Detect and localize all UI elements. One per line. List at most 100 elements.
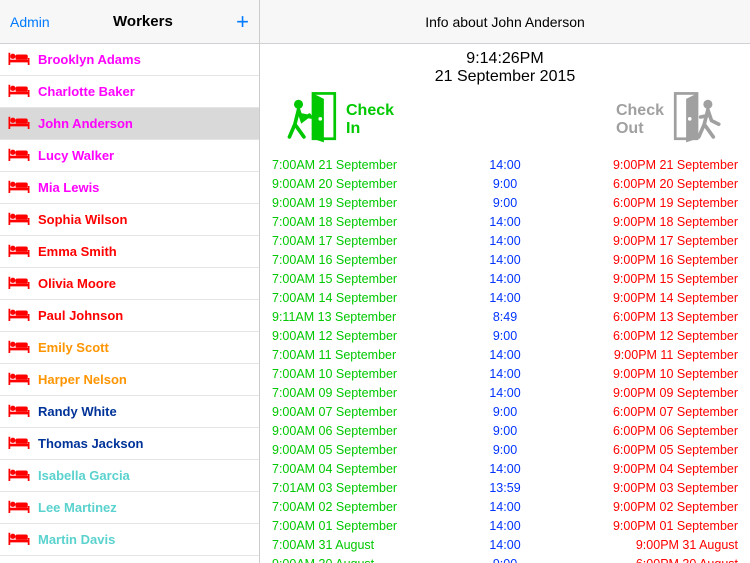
bed-icon <box>8 531 30 548</box>
checkin-time: 7:01AM 03 September <box>266 481 458 495</box>
worker-row[interactable]: Martin Davis <box>0 524 259 556</box>
duration: 9:00 <box>458 405 551 419</box>
bed-icon <box>8 243 30 260</box>
checkin-time: 7:00AM 31 August <box>266 538 458 552</box>
record-row: 7:00AM 21 September14:009:00PM 21 Septem… <box>266 155 744 174</box>
worker-name: Randy White <box>38 404 117 419</box>
check-in-icon <box>284 88 342 151</box>
checkout-time: 9:00PM 21 September <box>552 158 744 172</box>
worker-row[interactable]: Randy White <box>0 396 259 428</box>
duration: 14:00 <box>458 291 551 305</box>
worker-name: Charlotte Baker <box>38 84 135 99</box>
bed-icon <box>8 147 30 164</box>
checkin-time: 7:00AM 16 September <box>266 253 458 267</box>
check-out-button[interactable]: CheckOut <box>616 88 726 151</box>
record-row: 7:00AM 01 September14:009:00PM 01 Septem… <box>266 516 744 535</box>
worker-row[interactable]: Olivia Moore <box>0 268 259 300</box>
sidebar-title: Workers <box>113 13 173 30</box>
checkin-time: 7:00AM 10 September <box>266 367 458 381</box>
checkin-time: 9:00AM 06 September <box>266 424 458 438</box>
worker-row[interactable]: Charlotte Baker <box>0 76 259 108</box>
checkout-time: 9:00PM 09 September <box>552 386 744 400</box>
record-row: 7:00AM 04 September14:009:00PM 04 Septem… <box>266 459 744 478</box>
worker-row[interactable]: Mia Lewis <box>0 172 259 204</box>
checkout-time: 9:00PM 16 September <box>552 253 744 267</box>
duration: 9:00 <box>458 424 551 438</box>
duration: 14:00 <box>458 519 551 533</box>
checkout-time: 9:00PM 10 September <box>552 367 744 381</box>
checkin-time: 7:00AM 02 September <box>266 500 458 514</box>
bed-icon <box>8 467 30 484</box>
worker-row[interactable]: Paul Johnson <box>0 300 259 332</box>
worker-row[interactable]: Brooklyn Adams <box>0 44 259 76</box>
admin-link[interactable]: Admin <box>10 14 50 30</box>
duration: 9:00 <box>458 196 551 210</box>
checkout-time: 6:00PM 20 September <box>552 177 744 191</box>
record-row: 9:00AM 12 September9:006:00PM 12 Septemb… <box>266 326 744 345</box>
duration: 14:00 <box>458 538 551 552</box>
bed-icon <box>8 179 30 196</box>
checkin-time: 7:00AM 15 September <box>266 272 458 286</box>
checkin-time: 7:00AM 21 September <box>266 158 458 172</box>
worker-row[interactable]: Lucy Walker <box>0 140 259 172</box>
record-row: 7:00AM 31 August14:009:00PM 31 August <box>266 535 744 554</box>
checkin-time: 7:00AM 14 September <box>266 291 458 305</box>
worker-row[interactable]: Thomas Jackson <box>0 428 259 460</box>
checkin-time: 9:11AM 13 September <box>266 310 458 324</box>
worker-name: Isabella Garcia <box>38 468 130 483</box>
worker-name: Thomas Jackson <box>38 436 144 451</box>
worker-row[interactable]: Isabella Garcia <box>0 460 259 492</box>
checkout-time: 9:00PM 04 September <box>552 462 744 476</box>
duration: 9:00 <box>458 329 551 343</box>
checkin-time: 9:00AM 12 September <box>266 329 458 343</box>
bed-icon <box>8 275 30 292</box>
record-row: 7:00AM 16 September14:009:00PM 16 Septem… <box>266 250 744 269</box>
check-out-icon <box>668 88 726 151</box>
checkin-time: 9:00AM 05 September <box>266 443 458 457</box>
duration: 13:59 <box>458 481 551 495</box>
sidebar: Admin Workers + Brooklyn Adams Charlotte … <box>0 0 260 563</box>
record-row: 9:00AM 20 September9:006:00PM 20 Septemb… <box>266 174 744 193</box>
worker-row[interactable]: Emma Smith <box>0 236 259 268</box>
duration: 14:00 <box>458 348 551 362</box>
clock-area: 9:14:26PM 21 September 2015 <box>260 44 750 88</box>
check-out-label: CheckOut <box>616 102 664 137</box>
duration: 14:00 <box>458 158 551 172</box>
worker-row[interactable]: Harper Nelson <box>0 364 259 396</box>
record-row: 9:00AM 05 September9:006:00PM 05 Septemb… <box>266 440 744 459</box>
duration: 9:00 <box>458 443 551 457</box>
worker-row[interactable]: Sophia Wilson <box>0 204 259 236</box>
checkout-time: 9:00PM 01 September <box>552 519 744 533</box>
record-row: 9:00AM 30 August9:006:00PM 30 August <box>266 554 744 563</box>
bed-icon <box>8 307 30 324</box>
check-in-button[interactable]: CheckIn <box>284 88 394 151</box>
checkin-time: 7:00AM 18 September <box>266 215 458 229</box>
worker-row[interactable]: Lee Martinez <box>0 492 259 524</box>
duration: 14:00 <box>458 500 551 514</box>
checkin-time: 7:00AM 17 September <box>266 234 458 248</box>
checkout-time: 6:00PM 07 September <box>552 405 744 419</box>
bed-icon <box>8 211 30 228</box>
worker-row[interactable]: Emily Scott <box>0 332 259 364</box>
record-row: 9:00AM 07 September9:006:00PM 07 Septemb… <box>266 402 744 421</box>
check-buttons-row: CheckIn CheckOut <box>260 88 750 155</box>
checkout-time: 6:00PM 06 September <box>552 424 744 438</box>
duration: 8:49 <box>458 310 551 324</box>
checkout-time: 6:00PM 05 September <box>552 443 744 457</box>
main-panel: Info about John Anderson 9:14:26PM 21 Se… <box>260 0 750 563</box>
check-in-label: CheckIn <box>346 102 394 137</box>
clock-time: 9:14:26PM <box>260 50 750 68</box>
add-worker-button[interactable]: + <box>236 11 249 33</box>
bed-icon <box>8 339 30 356</box>
checkout-time: 9:00PM 02 September <box>552 500 744 514</box>
duration: 9:00 <box>458 557 551 563</box>
worker-row[interactable]: John Anderson <box>0 108 259 140</box>
checkout-time: 6:00PM 19 September <box>552 196 744 210</box>
clock-date: 21 September 2015 <box>260 68 750 86</box>
duration: 14:00 <box>458 253 551 267</box>
checkin-time: 7:00AM 01 September <box>266 519 458 533</box>
bed-icon <box>8 51 30 68</box>
checkin-time: 7:00AM 04 September <box>266 462 458 476</box>
worker-name: Brooklyn Adams <box>38 52 141 67</box>
record-row: 7:00AM 15 September14:009:00PM 15 Septem… <box>266 269 744 288</box>
